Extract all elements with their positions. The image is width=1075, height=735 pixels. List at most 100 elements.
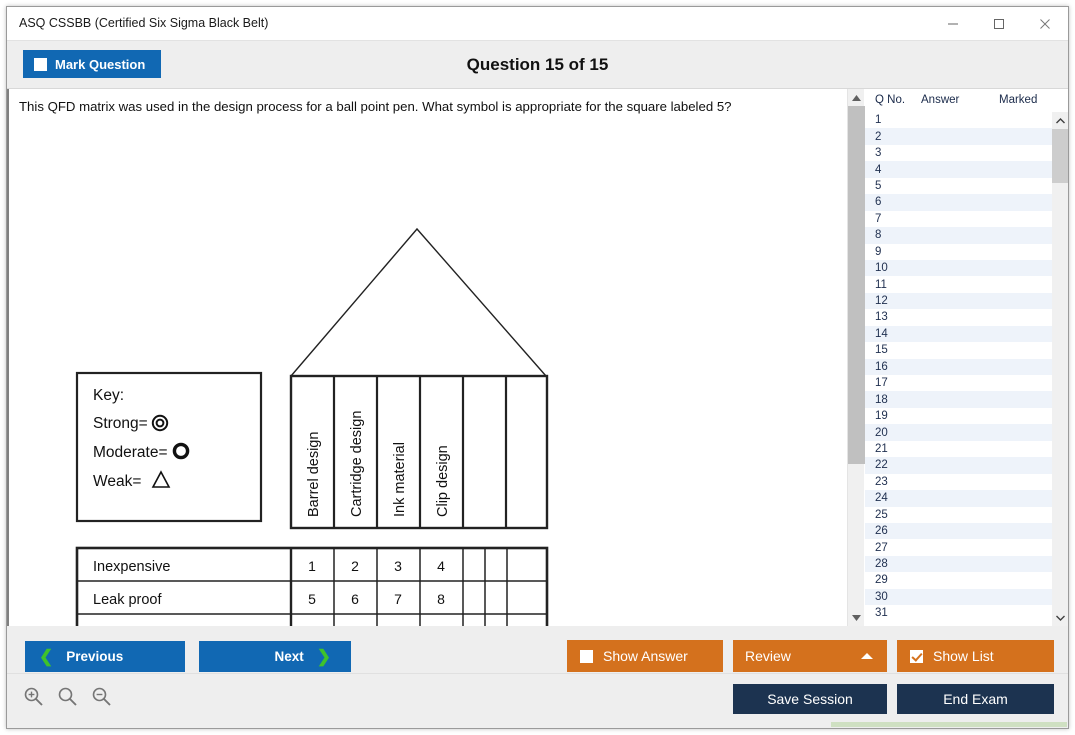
qfd-matrix-diagram: Key: Strong= Moderate= Weak= Barrel desi… xyxy=(75,227,549,626)
question-list-row[interactable]: 22 xyxy=(865,457,1052,474)
column-header-qno: Q No. xyxy=(875,94,906,106)
qfd-row-label-0: Inexpensive xyxy=(93,559,170,575)
question-list-cell-qno: 16 xyxy=(875,360,888,373)
qfd-matrix-body: Inexpensive Leak proof Won't smear Easy … xyxy=(75,546,549,626)
question-list-row[interactable]: 20 xyxy=(865,424,1052,441)
question-list-row[interactable]: 21 xyxy=(865,441,1052,457)
question-list-cell-qno: 21 xyxy=(875,442,888,455)
question-list-rows[interactable]: 1 2 3 4 5 6 7 8 9 10 11 12 13 14 15 16 17 18 19 20 21 22 23 24 2… xyxy=(865,112,1052,626)
window-title: ASQ CSSBB (Certified Six Sigma Black Bel… xyxy=(19,16,269,30)
question-list-row[interactable]: 23 xyxy=(865,474,1052,490)
question-list-row[interactable]: 2 xyxy=(865,128,1052,145)
question-list-row[interactable]: 31 xyxy=(865,605,1052,621)
chevron-up-icon xyxy=(852,94,861,101)
chevron-right-icon: ❯ xyxy=(316,647,331,666)
question-list-row[interactable]: 6 xyxy=(865,194,1052,211)
list-scroll-up-button[interactable] xyxy=(1052,112,1068,129)
question-list-row[interactable]: 3 xyxy=(865,145,1052,161)
zoom-in-icon[interactable] xyxy=(23,686,44,707)
exam-window: ASQ CSSBB (Certified Six Sigma Black Bel… xyxy=(6,6,1069,729)
qfd-cell-1-3: 8 xyxy=(437,591,445,607)
review-dropdown-button[interactable]: Review xyxy=(733,640,887,672)
mark-question-checkbox-icon[interactable] xyxy=(34,57,47,71)
list-scrollbar-thumb[interactable] xyxy=(1052,129,1068,183)
content-scrollbar[interactable] xyxy=(847,89,865,626)
question-list-cell-qno: 1 xyxy=(875,114,882,127)
question-list-row[interactable]: 4 xyxy=(865,161,1052,178)
question-list-row[interactable]: 15 xyxy=(865,342,1052,358)
qfd-key-box: Key: Strong= Moderate= Weak= xyxy=(75,371,263,523)
question-list-cell-qno: 3 xyxy=(875,147,882,160)
question-list-row[interactable]: 28 xyxy=(865,555,1052,573)
list-scroll-down-button[interactable] xyxy=(1052,609,1068,626)
question-list-row[interactable]: 19 xyxy=(865,408,1052,424)
end-exam-button[interactable]: End Exam xyxy=(897,684,1054,714)
question-list-cell-qno: 2 xyxy=(875,130,882,143)
status-sliver xyxy=(831,722,1067,727)
qfd-col-label-1: Cartridge design xyxy=(349,411,365,517)
show-list-button[interactable]: Show List xyxy=(897,640,1054,672)
question-list-row[interactable]: 25 xyxy=(865,507,1052,523)
save-session-button[interactable]: Save Session xyxy=(733,684,887,714)
question-list-row[interactable]: 11 xyxy=(865,276,1052,292)
question-list-cell-qno: 29 xyxy=(875,574,888,587)
column-header-marked: Marked xyxy=(999,94,1038,106)
qfd-cell-1-1: 6 xyxy=(351,591,359,607)
content-scrollbar-thumb[interactable] xyxy=(848,106,865,464)
question-list-row[interactable]: 13 xyxy=(865,309,1052,325)
show-answer-label: Show Answer xyxy=(603,648,688,664)
content-scroll-down-button[interactable] xyxy=(848,609,865,626)
qfd-row-label-1: Leak proof xyxy=(93,592,162,608)
previous-button[interactable]: ❮ Previous xyxy=(25,641,185,672)
question-list-cell-qno: 17 xyxy=(875,377,888,390)
zoom-out-icon[interactable] xyxy=(91,686,112,707)
minimize-button[interactable] xyxy=(930,7,976,40)
question-text: This QFD matrix was used in the design p… xyxy=(19,99,732,114)
question-list-row[interactable]: 5 xyxy=(865,178,1052,194)
question-list-row[interactable]: 1 xyxy=(865,112,1052,128)
close-button[interactable] xyxy=(1022,7,1068,40)
maximize-button[interactable] xyxy=(976,7,1022,40)
question-list-row[interactable]: 7 xyxy=(865,211,1052,227)
question-list-row[interactable]: 18 xyxy=(865,391,1052,408)
question-list-row[interactable]: 12 xyxy=(865,292,1052,310)
chevron-up-icon xyxy=(861,653,873,659)
mark-question-button[interactable]: Mark Question xyxy=(23,50,162,78)
question-list-cell-qno: 13 xyxy=(875,311,888,324)
question-list-cell-qno: 18 xyxy=(875,393,888,406)
question-list-row[interactable]: 10 xyxy=(865,259,1052,277)
mark-question-label: Mark Question xyxy=(55,56,146,72)
question-list-row[interactable]: 14 xyxy=(865,325,1052,343)
question-list-row[interactable]: 26 xyxy=(865,522,1052,540)
show-answer-button[interactable]: Show Answer xyxy=(567,640,723,672)
zoom-reset-icon[interactable] xyxy=(57,686,78,707)
show-list-checkbox-icon[interactable] xyxy=(910,649,923,663)
question-list-scrollbar[interactable] xyxy=(1052,112,1068,626)
question-list-cell-qno: 11 xyxy=(875,278,887,291)
key-moderate-label: Moderate= xyxy=(93,444,168,461)
question-list-row[interactable]: 29 xyxy=(865,572,1052,588)
question-list-row[interactable]: 9 xyxy=(865,244,1052,260)
content-scroll-up-button[interactable] xyxy=(848,89,865,106)
question-list-row[interactable]: 8 xyxy=(865,227,1052,244)
question-list-cell-qno: 26 xyxy=(875,525,888,538)
question-list-cell-qno: 12 xyxy=(875,295,888,308)
question-list-row[interactable]: 24 xyxy=(865,490,1052,507)
qfd-col-label-3: Clip design xyxy=(435,445,451,517)
column-header-answer: Answer xyxy=(921,94,960,106)
maximize-icon xyxy=(994,18,1004,29)
question-list-cell-qno: 7 xyxy=(875,212,882,225)
next-button[interactable]: Next ❯ xyxy=(199,641,351,672)
question-list-row[interactable]: 30 xyxy=(865,588,1052,606)
qfd-cell-0-2: 3 xyxy=(394,558,402,574)
question-list-cell-qno: 19 xyxy=(875,410,888,423)
question-list-panel: Q No. Answer Marked 1 2 3 4 5 6 7 8 9 10 11 12 13 14 1… xyxy=(865,89,1068,626)
close-icon xyxy=(1040,18,1050,29)
key-title: Key: xyxy=(93,387,124,404)
show-answer-checkbox-icon[interactable] xyxy=(580,649,593,663)
question-list-row[interactable]: 16 xyxy=(865,358,1052,375)
question-list-row[interactable]: 17 xyxy=(865,375,1052,391)
question-list-cell-qno: 20 xyxy=(875,426,888,439)
question-list-row[interactable]: 27 xyxy=(865,539,1052,555)
question-list-cell-qno: 15 xyxy=(875,344,888,357)
